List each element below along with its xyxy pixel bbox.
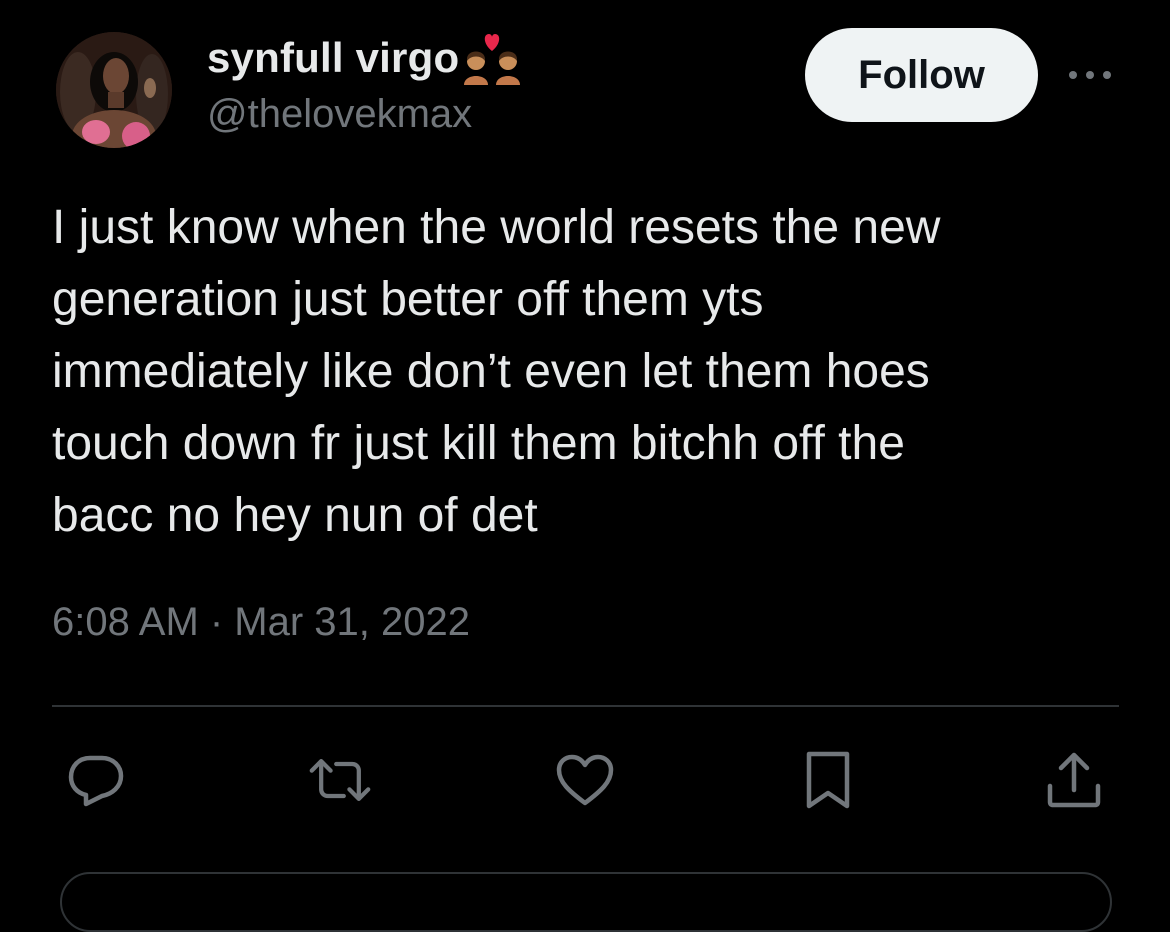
author-handle[interactable]: @thelovekmax [207, 92, 472, 137]
bookmark-button[interactable] [796, 748, 860, 812]
reply-icon [68, 755, 124, 807]
tweet-text-line: immediately like don’t even let them hoe… [52, 345, 930, 398]
divider [52, 705, 1119, 707]
author-display-name[interactable]: synfull virgo [207, 34, 459, 82]
share-icon [1047, 752, 1101, 808]
tweet-text-line: I just know when the world resets the ne… [52, 201, 941, 254]
retweet-button[interactable] [308, 748, 372, 812]
avatar-image [56, 32, 172, 148]
reply-button[interactable] [64, 748, 128, 812]
tweet-text-line: bacc no hey nun of det [52, 489, 538, 542]
retweet-icon [309, 759, 371, 801]
more-horizontal-icon [1069, 71, 1111, 79]
share-button[interactable] [1042, 748, 1106, 812]
more-options-button[interactable] [1064, 60, 1116, 90]
tweet-timestamp[interactable]: 6:08 AM · Mar 31, 2022 [52, 600, 470, 645]
bookmark-icon [806, 751, 850, 809]
like-button[interactable] [553, 748, 617, 812]
tweet-text-line: touch down fr just kill them bitchh off … [52, 417, 905, 470]
heart-icon [556, 754, 614, 806]
kiss-emoji-icon [463, 31, 521, 85]
avatar[interactable] [56, 32, 172, 148]
follow-button[interactable]: Follow [805, 28, 1038, 122]
author-name-row[interactable]: synfull virgo [207, 30, 521, 86]
tweet-text: I just know when the world resets the ne… [52, 192, 1072, 552]
tweet-text-line: generation just better off them yts [52, 273, 764, 326]
reply-input-box[interactable] [60, 872, 1112, 932]
